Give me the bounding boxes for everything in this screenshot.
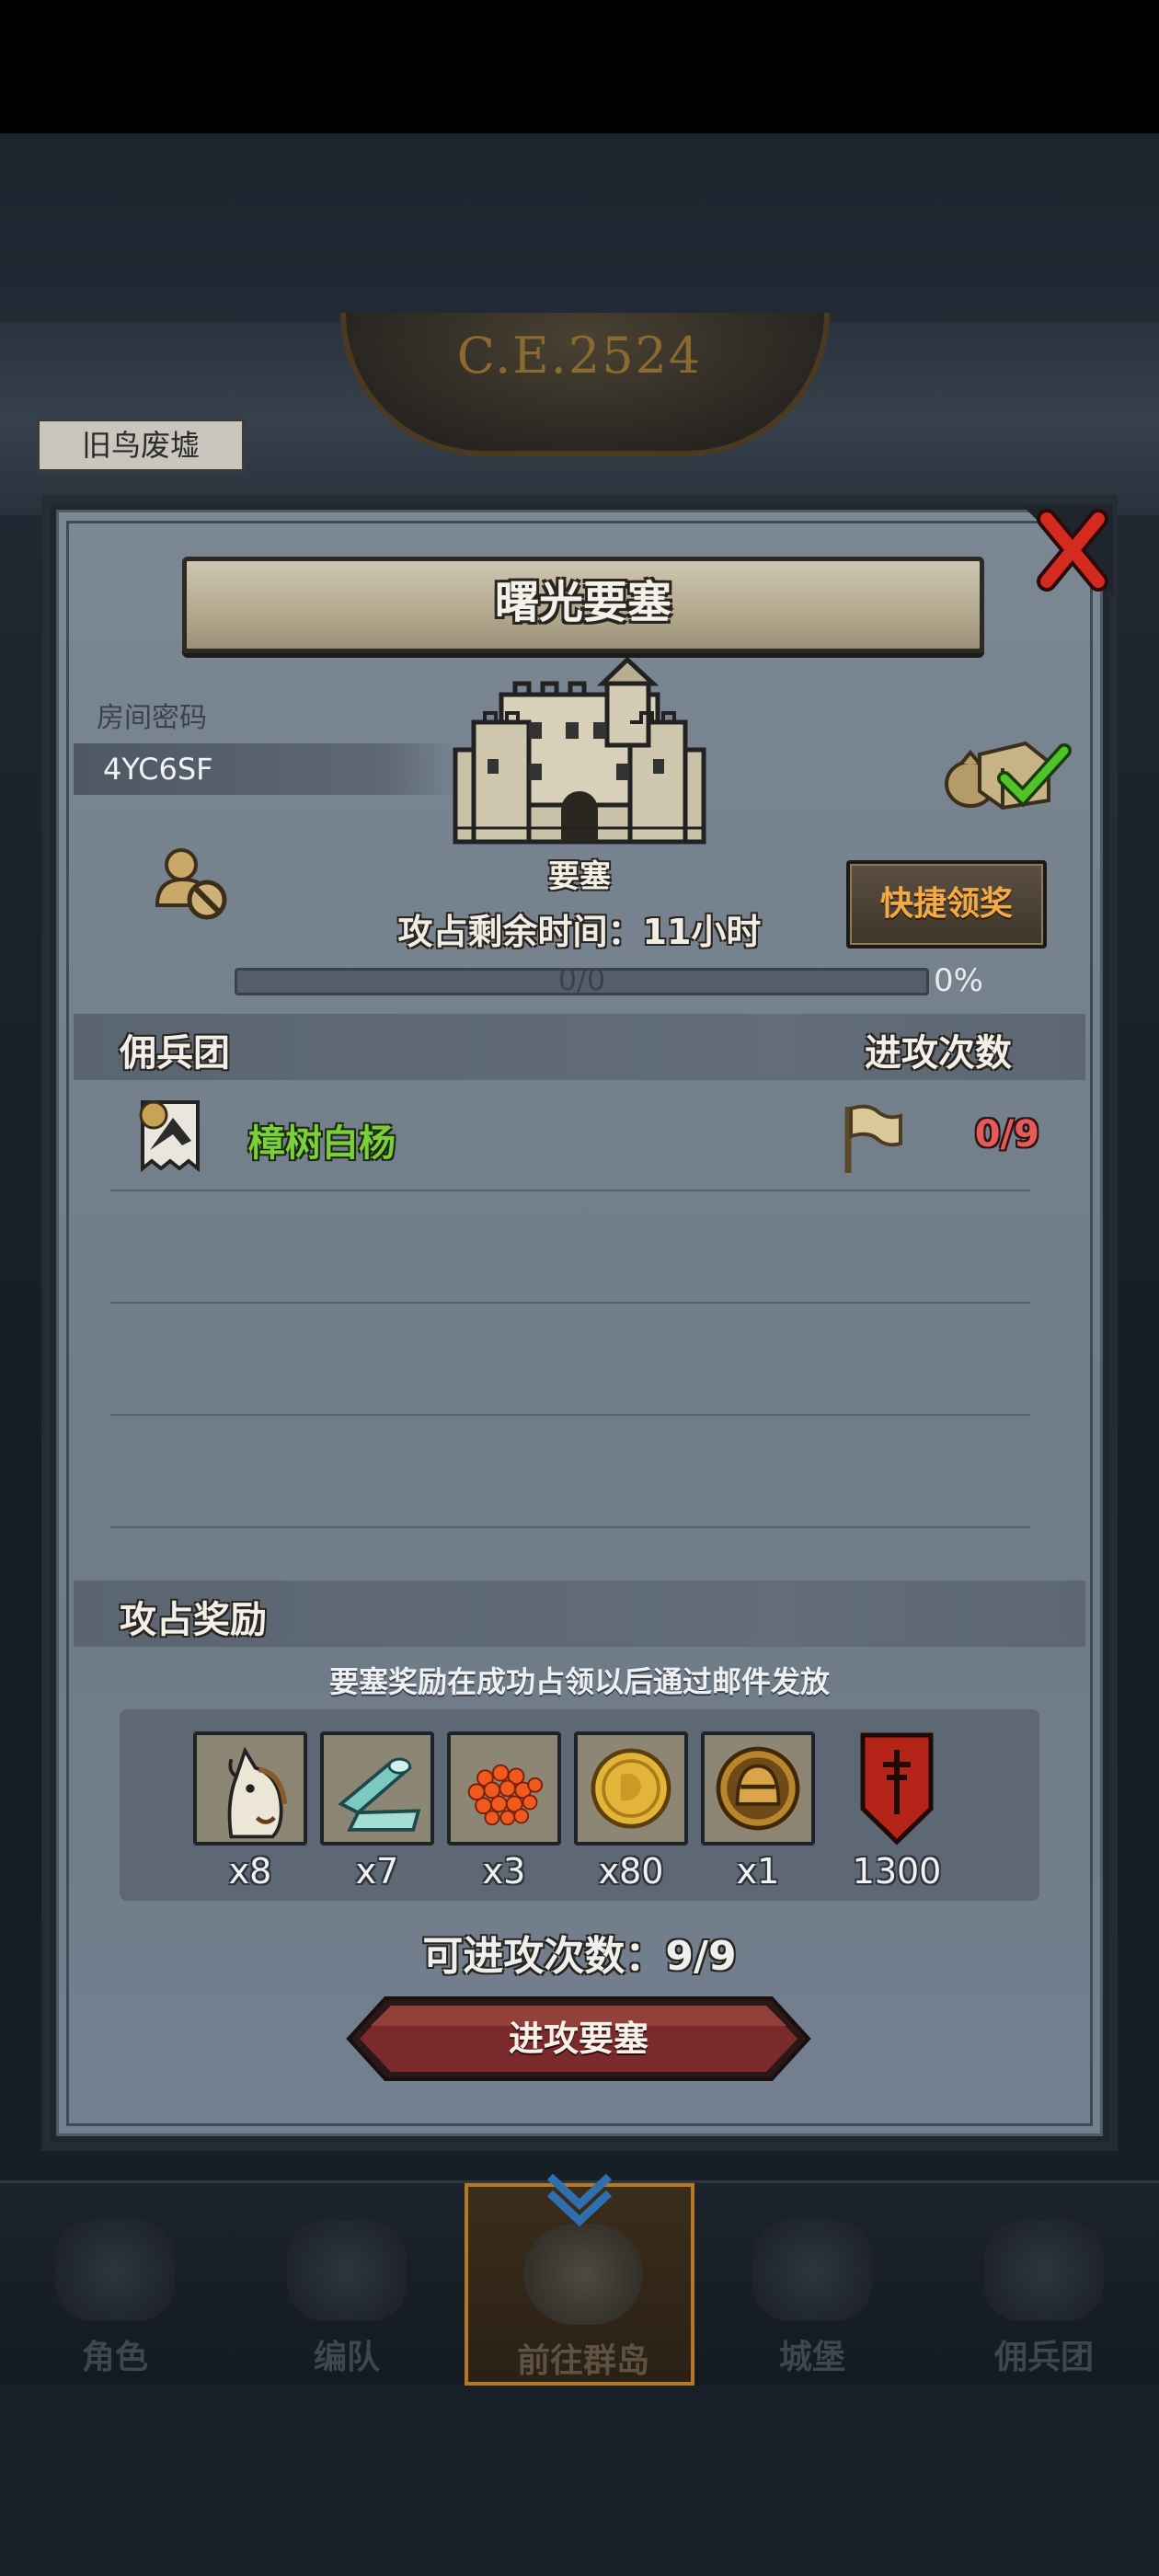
remaining-time-text: 攻占剩余时间：11小时	[397, 912, 762, 952]
horse-icon[interactable]	[193, 1731, 307, 1846]
reward-qty: x80	[598, 1851, 664, 1892]
close-icon[interactable]	[1021, 504, 1113, 596]
knight-icon	[55, 2220, 175, 2321]
location-label[interactable]: 旧鸟废墟	[37, 419, 245, 472]
building-label: 要塞	[548, 858, 611, 895]
list-divider	[110, 1302, 1030, 1304]
knight-helmet-medal-icon[interactable]	[701, 1731, 815, 1846]
nav-item-castle[interactable]: 城堡	[697, 2183, 927, 2386]
mercenary-header: 佣兵团	[120, 1032, 230, 1075]
red-banner-icon[interactable]	[855, 1731, 938, 1846]
red-beads-icon[interactable]	[447, 1731, 561, 1846]
reward-qty: x1	[736, 1851, 780, 1892]
nav-label: 佣兵团	[993, 2339, 1094, 2376]
fortress-icon	[453, 658, 706, 845]
list-divider	[110, 1414, 1030, 1416]
room-code-label: 房间密码	[97, 702, 207, 734]
globe-icon	[523, 2224, 643, 2325]
reward-qty: 1300	[852, 1851, 942, 1892]
nav-label: 角色	[81, 2339, 148, 2376]
formation-icon	[287, 2220, 407, 2321]
castle-icon	[752, 2220, 872, 2321]
progress-percent: 0%	[934, 962, 983, 999]
status-bar	[0, 0, 1159, 133]
nav-item-formation[interactable]: 编队	[232, 2183, 462, 2386]
nav-item-character[interactable]: 角色	[0, 2183, 230, 2386]
mercenary-icon	[984, 2220, 1104, 2321]
attacks-available-text: 可进攻次数：9/9	[422, 1933, 737, 1980]
mercenary-attack-count: 0/9	[974, 1113, 1039, 1156]
nav-item-mercenary[interactable]: 佣兵团	[929, 2183, 1159, 2386]
reward-note: 要塞奖励在成功占领以后通过邮件发放	[328, 1664, 830, 1699]
flag-icon	[844, 1104, 902, 1173]
no-user-icon	[155, 848, 227, 920]
gold-coin-icon[interactable]	[574, 1731, 688, 1846]
room-code-value[interactable]: 4YC6SF	[103, 743, 213, 795]
attack-button-label: 进攻要塞	[508, 2018, 648, 2059]
cloth-roll-icon[interactable]	[320, 1731, 434, 1846]
list-divider	[110, 1190, 1030, 1191]
reward-header: 攻占奖励	[120, 1599, 267, 1641]
reward-qty: x3	[482, 1851, 526, 1892]
chevron-down-icon	[546, 2173, 613, 2226]
reward-qty: x7	[355, 1851, 399, 1892]
nav-label: 编队	[313, 2339, 380, 2376]
reward-claimed-icon[interactable]	[938, 727, 1076, 810]
mercenary-emblem-icon	[139, 1100, 200, 1173]
nav-label: 前往群岛	[516, 2342, 649, 2380]
list-divider	[110, 1526, 1030, 1528]
dialog-title: 曙光要塞	[494, 577, 671, 628]
era-label: C.E.2524	[456, 327, 703, 385]
progress-count: 0/0	[557, 962, 606, 997]
nav-label: 城堡	[778, 2339, 845, 2376]
attacks-header: 进攻次数	[865, 1032, 1012, 1075]
reward-qty: x8	[228, 1851, 272, 1892]
mercenary-name: 樟树白杨	[248, 1122, 396, 1165]
